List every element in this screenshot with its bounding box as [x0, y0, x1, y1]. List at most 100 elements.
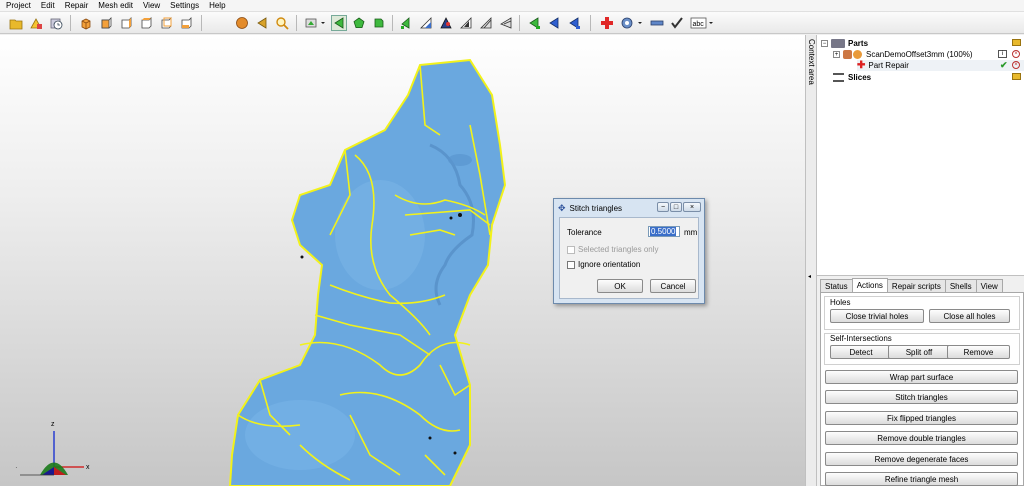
tolerance-unit: mm	[684, 228, 698, 237]
abc-dropdown-icon[interactable]: abc	[689, 15, 715, 31]
tolerance-value: 0.5000	[650, 227, 677, 236]
tree-row-part-repair[interactable]: ✚ Part Repair	[857, 60, 1024, 71]
tab-repair-scripts[interactable]: Repair scripts	[886, 279, 946, 292]
tree-row-parts[interactable]: − Parts	[821, 38, 868, 49]
settings-dropdown-icon[interactable]	[619, 15, 645, 31]
tab-actions[interactable]: Actions	[851, 278, 888, 292]
panel-tabs: Status Actions Repair scripts Shells Vie…	[820, 278, 1003, 292]
close-trivial-holes-button[interactable]: Close trivial holes	[830, 309, 924, 323]
menu-edit[interactable]: Edit	[41, 1, 55, 10]
checkmark-icon[interactable]	[669, 15, 685, 31]
ignore-orientation-label: Ignore orientation	[578, 260, 641, 269]
slices-folder-icon[interactable]	[1012, 73, 1021, 80]
remove-intersections-button[interactable]: Remove	[947, 345, 1010, 359]
close-repair-icon[interactable]: ×	[1012, 61, 1020, 69]
menu-mesh-edit[interactable]: Mesh edit	[98, 1, 133, 10]
mark-triangle-icon[interactable]	[398, 15, 414, 31]
tolerance-input[interactable]: 0.5000	[648, 226, 680, 237]
clock-icon[interactable]	[48, 15, 64, 31]
ignore-orientation-checkbox[interactable]	[567, 261, 575, 269]
parts-icon[interactable]	[28, 15, 44, 31]
surface-e-icon[interactable]	[498, 15, 514, 31]
open-icon[interactable]	[8, 15, 24, 31]
stitch-triangles-dialog: ✥ Stitch triangles − □ × Tolerance 0.500…	[553, 198, 705, 304]
slices-icon	[833, 73, 844, 82]
menu-bar: Project Edit Repair Mesh edit View Setti…	[0, 0, 1024, 12]
green-arrow-icon[interactable]	[526, 15, 542, 31]
scroll-arrow-icon[interactable]: ◂	[808, 273, 811, 280]
sphere-icon[interactable]	[234, 15, 250, 31]
pentagon-icon[interactable]	[351, 15, 367, 31]
stitch-triangles-button[interactable]: Stitch triangles	[825, 390, 1018, 404]
blue-arrow-left-icon[interactable]	[566, 15, 582, 31]
surface-b-icon[interactable]	[438, 15, 454, 31]
refine-triangle-mesh-button[interactable]: Refine triangle mesh	[825, 472, 1018, 486]
holes-label: Holes	[830, 298, 851, 307]
menu-repair[interactable]: Repair	[65, 1, 89, 10]
tab-shells[interactable]: Shells	[944, 279, 977, 292]
select-dropdown-icon[interactable]	[304, 15, 328, 31]
info-icon[interactable]: i	[998, 50, 1007, 58]
maximize-button[interactable]: □	[670, 202, 682, 212]
tree-part-name: ScanDemoOffset3mm (100%)	[866, 50, 973, 59]
tree-row-slices[interactable]: Slices	[833, 72, 871, 83]
parts-tree: − Parts + ScanDemoOffset3mm (100%) ✚ Par…	[817, 35, 1024, 276]
cube-icon[interactable]	[78, 15, 94, 31]
part-color-icon	[853, 50, 862, 59]
split-off-button[interactable]: Split off	[888, 345, 950, 359]
remove-degenerate-faces-button[interactable]: Remove degenerate faces	[825, 452, 1018, 466]
repair-cross-icon: ✚	[857, 60, 866, 71]
cube-iso-icon[interactable]	[178, 15, 194, 31]
close-button[interactable]: ×	[683, 202, 701, 212]
parts-folder-icon	[831, 39, 845, 48]
zoom-icon[interactable]	[274, 15, 290, 31]
accept-check-icon[interactable]: ✔	[1000, 60, 1008, 71]
cube-back-icon[interactable]	[158, 15, 174, 31]
square-icon[interactable]	[371, 15, 387, 31]
svg-text:abc: abc	[693, 21, 705, 28]
menu-settings[interactable]: Settings	[170, 1, 199, 10]
collapse-icon[interactable]: −	[821, 40, 828, 47]
tab-view[interactable]: View	[975, 279, 1003, 292]
close-all-holes-button[interactable]: Close all holes	[929, 309, 1010, 323]
triangle-select-icon[interactable]	[331, 15, 347, 31]
minus-icon[interactable]	[649, 15, 665, 31]
expand-icon[interactable]: +	[833, 51, 840, 58]
close-part-icon[interactable]: ×	[1012, 50, 1020, 58]
selected-only-checkbox[interactable]	[567, 246, 575, 254]
cube-front-icon[interactable]	[98, 15, 114, 31]
axis-origin-marker: ·	[15, 463, 18, 472]
menu-project[interactable]: Project	[6, 1, 31, 10]
cancel-button[interactable]: Cancel	[650, 279, 696, 293]
surface-c-icon[interactable]	[458, 15, 474, 31]
axis-z-label: z	[51, 421, 55, 428]
fix-flipped-triangles-button[interactable]: Fix flipped triangles	[825, 411, 1018, 425]
arrow-left-icon[interactable]	[254, 15, 270, 31]
surface-d-icon[interactable]	[478, 15, 494, 31]
selected-only-label: Selected triangles only	[578, 245, 659, 254]
ok-button[interactable]: OK	[597, 279, 643, 293]
minimize-button[interactable]: −	[657, 202, 669, 212]
context-area-label: Context area	[807, 39, 816, 85]
blue-arrow-icon[interactable]	[546, 15, 562, 31]
context-area-strip[interactable]: Context area ◂	[805, 35, 817, 486]
detect-button[interactable]: Detect	[830, 345, 892, 359]
menu-help[interactable]: Help	[209, 1, 225, 10]
menu-view[interactable]: View	[143, 1, 160, 10]
surface-a-icon[interactable]	[418, 15, 434, 31]
folder-open-icon[interactable]	[1012, 39, 1021, 46]
red-cross-icon[interactable]	[599, 15, 615, 31]
axis-x-label: x	[86, 464, 90, 471]
cube-side-icon[interactable]	[118, 15, 134, 31]
part-icon	[843, 50, 852, 59]
dialog-body: Tolerance 0.5000 mm Selected triangles o…	[559, 217, 699, 299]
tree-row-part[interactable]: + ScanDemoOffset3mm (100%)	[833, 49, 973, 60]
actions-panel: Holes Close trivial holes Close all hole…	[820, 292, 1024, 486]
tree-repair-label: Part Repair	[868, 61, 909, 70]
tab-status[interactable]: Status	[820, 279, 853, 292]
cube-top-icon[interactable]	[138, 15, 154, 31]
tolerance-label: Tolerance	[567, 228, 602, 237]
wrap-part-surface-button[interactable]: Wrap part surface	[825, 370, 1018, 384]
remove-double-triangles-button[interactable]: Remove double triangles	[825, 431, 1018, 445]
dialog-title: Stitch triangles	[569, 203, 623, 213]
